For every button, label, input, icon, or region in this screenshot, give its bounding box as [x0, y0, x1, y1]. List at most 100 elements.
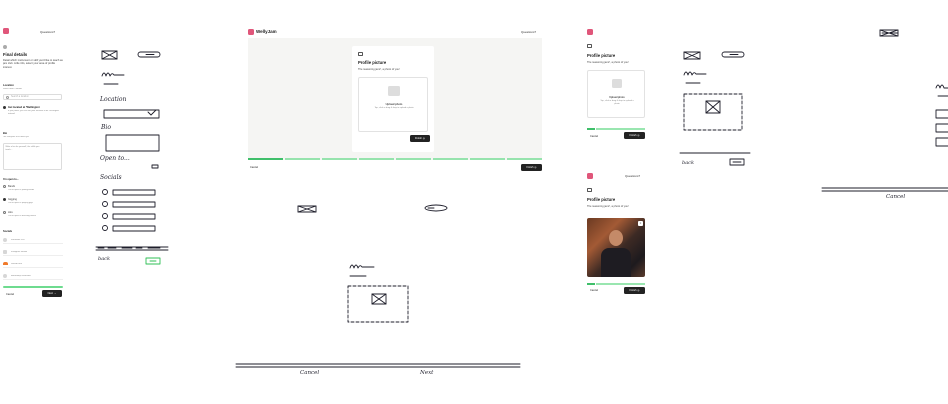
questions-link[interactable]: Questions?: [40, 30, 55, 34]
location-placeholder: Search a location: [11, 96, 29, 99]
socials-label: Socials: [3, 230, 13, 233]
sketch-upload-dropzone: [683, 93, 743, 131]
sketch-title-scribble: [683, 71, 707, 76]
profile-photo[interactable]: ×: [587, 218, 645, 277]
sketch-profile-mobile: [679, 51, 751, 166]
profile-title: Profile picture: [587, 197, 616, 202]
inperson-label: Get located at 'Wellington': [8, 106, 41, 109]
upload-label: Upload photo: [609, 96, 625, 99]
sketch-title-scribble: [349, 264, 375, 269]
gigging-label: Gigging: [8, 198, 17, 201]
upload-hint: Tap, click or drag & drop to upload a ph…: [600, 100, 634, 105]
upload-dropzone[interactable]: Upload photo Tap, click or drag & drop t…: [587, 70, 645, 118]
arrow-right-icon: →: [53, 292, 57, 295]
progress-segments: [248, 158, 542, 160]
cancel-button[interactable]: Cancel: [590, 289, 598, 292]
upload-image-icon: [612, 79, 622, 88]
page-title: Final details: [3, 52, 28, 57]
app-logo-icon: [587, 29, 593, 35]
app-logo-icon: [3, 28, 9, 34]
finish-button[interactable]: Finish ◎: [624, 132, 645, 139]
location-input[interactable]: Search a location: [3, 94, 62, 100]
soundcloud-input[interactable]: SoundCloud: [11, 263, 22, 265]
gigging-radio[interactable]: [3, 198, 6, 201]
sketch-back-text: back: [98, 256, 111, 262]
profile-subtitle: The reasoning jamr!, a photo of you!: [587, 205, 629, 208]
check-circle-icon: ◎: [637, 289, 640, 292]
open-option-hire[interactable]: Hire You're open to teaching others: [3, 211, 63, 220]
brand-name: WellyJam: [256, 29, 277, 34]
profile-card: Profile picture The reasoning jamr!, a p…: [352, 46, 434, 152]
upload-hint: Tap, click or drag & drop to upload a ph…: [374, 107, 414, 109]
bands-radio[interactable]: [3, 185, 6, 188]
soundcloud-icon: [3, 262, 8, 265]
check-circle-icon: ◎: [534, 166, 537, 169]
sketch-open-checkbox: [151, 164, 159, 169]
inperson-hint: If you prefer, you can set your location…: [8, 110, 60, 115]
social-row-bandcamp[interactable]: Bandcamp username: [3, 273, 63, 280]
cancel-button[interactable]: Cancel: [6, 293, 14, 296]
cancel-button[interactable]: Cancel: [590, 135, 598, 138]
cancel-button[interactable]: Cancel: [250, 166, 258, 169]
bio-hint: Tell everyone a bit about you: [3, 136, 30, 138]
image-icon: [358, 52, 363, 56]
hire-radio[interactable]: [3, 211, 6, 214]
image-icon: [587, 44, 592, 48]
instagram-input[interactable]: Instagram handle: [11, 251, 27, 253]
bandcamp-input[interactable]: Bandcamp username: [11, 275, 31, 277]
sketch-bio-textarea: [105, 134, 160, 152]
upload-dropzone[interactable]: Upload photo Tap, click or drag & drop t…: [358, 77, 428, 132]
profile-desktop-screen: WellyJam Questions? Profile picture The …: [246, 28, 544, 176]
sketch-open-to-text: Open to...: [100, 155, 130, 162]
hire-hint: You're open to teaching others: [8, 215, 37, 217]
image-icon: [587, 188, 592, 192]
sketch-location-text: Location: [100, 96, 127, 103]
profile-title: Profile picture: [587, 53, 616, 58]
profile-mobile-empty-screen: Profile picture The reasoning jamr!, a p…: [585, 28, 647, 144]
bio-textarea[interactable]: Write a bio for yourself, the skills you…: [3, 143, 62, 170]
bands-label: Bands: [8, 185, 16, 188]
final-details-screen: Questions? Final details Detail which in…: [0, 28, 66, 300]
facebook-input[interactable]: Facebook URL: [11, 239, 25, 241]
profile-title: Profile picture: [358, 60, 387, 65]
bands-hint: You're open to joining bands: [8, 189, 35, 191]
sketch-cancel-text: Cancel: [886, 194, 906, 200]
sketch-bio-text: Bio: [101, 124, 111, 131]
sketch-profile-desktop: [235, 204, 521, 368]
social-row-instagram[interactable]: Instagram handle: [3, 249, 63, 256]
progress-bar: [3, 286, 63, 288]
back-icon[interactable]: [3, 45, 7, 49]
sketch-title-scribble: [101, 72, 125, 77]
questions-link[interactable]: Questions?: [625, 174, 640, 178]
sketch-next-text: Next: [420, 370, 434, 376]
app-logo-icon: [587, 173, 593, 179]
check-circle-icon: ◎: [422, 137, 425, 140]
finish-footer-button[interactable]: Finish ◎: [521, 164, 542, 171]
facebook-icon: [3, 238, 7, 242]
open-option-bands[interactable]: Bands You're open to joining bands: [3, 185, 63, 194]
page-subtitle: Detail which instrument or skill you'd l…: [3, 59, 63, 69]
social-row-facebook[interactable]: Facebook URL: [3, 237, 63, 244]
search-icon: [6, 96, 9, 100]
finish-button[interactable]: Finish ◎: [624, 287, 645, 294]
finish-button[interactable]: Finish ◎: [410, 135, 430, 142]
social-row-soundcloud[interactable]: SoundCloud: [3, 261, 63, 268]
location-label: Location: [3, 84, 14, 87]
bio-placeholder: Write a bio for yourself, the skills you…: [5, 145, 40, 151]
open-to-label: I'm open to...: [3, 178, 19, 181]
app-logo-icon: [248, 29, 254, 35]
sketch-title-scribble: [935, 84, 948, 89]
inperson-radio[interactable]: [3, 106, 6, 109]
gigging-hint: You're open to playing gigs: [8, 202, 33, 204]
next-button[interactable]: Next →: [42, 290, 62, 297]
instagram-icon: [3, 250, 7, 254]
open-option-gigging[interactable]: Gigging You're open to playing gigs: [3, 198, 63, 207]
bio-label: Bio: [3, 132, 8, 135]
sketch-partial-right: [821, 29, 948, 192]
remove-photo-icon[interactable]: ×: [638, 221, 643, 226]
questions-link[interactable]: Questions?: [521, 30, 536, 34]
upload-image-icon: [388, 86, 400, 96]
profile-mobile-photo-screen: Questions? Profile picture The reasoning…: [585, 172, 647, 298]
sketch-back-text: back: [682, 160, 695, 166]
sketch-location-input: [103, 109, 160, 119]
